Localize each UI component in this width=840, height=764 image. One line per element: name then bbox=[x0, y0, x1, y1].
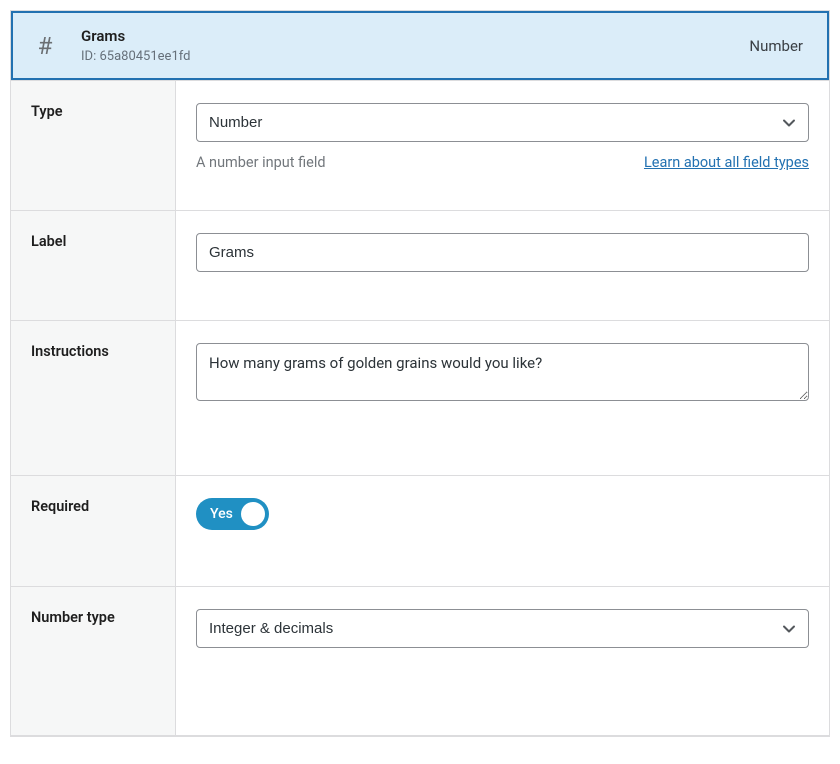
number-type-select[interactable] bbox=[196, 609, 809, 648]
row-label: Label bbox=[11, 210, 829, 320]
label-input[interactable] bbox=[196, 233, 809, 272]
row-instructions: Instructions bbox=[11, 320, 829, 475]
row-type: Type A number input field Learn about al… bbox=[11, 80, 829, 210]
instructions-label: Instructions bbox=[11, 321, 176, 475]
header-text: Grams ID: 65a80451ee1fd bbox=[81, 27, 729, 64]
hash-icon: # bbox=[29, 32, 61, 60]
field-title: Grams bbox=[81, 27, 729, 45]
required-toggle[interactable]: Yes bbox=[196, 498, 269, 530]
type-label: Type bbox=[11, 81, 176, 210]
toggle-knob bbox=[241, 502, 265, 526]
type-select-wrap bbox=[196, 103, 809, 142]
label-label: Label bbox=[11, 211, 176, 320]
toggle-label: Yes bbox=[210, 506, 233, 522]
row-number-type: Number type bbox=[11, 586, 829, 736]
field-type-badge: Number bbox=[749, 37, 803, 55]
learn-field-types-link[interactable]: Learn about all field types bbox=[644, 154, 809, 171]
required-label: Required bbox=[11, 476, 176, 586]
field-header[interactable]: # Grams ID: 65a80451ee1fd Number bbox=[11, 11, 829, 80]
field-id: ID: 65a80451ee1fd bbox=[81, 49, 729, 64]
number-type-select-wrap bbox=[196, 609, 809, 648]
type-help-text: A number input field bbox=[196, 154, 326, 171]
field-panel: # Grams ID: 65a80451ee1fd Number Type A … bbox=[10, 10, 830, 737]
row-required: Required Yes bbox=[11, 475, 829, 586]
number-type-label: Number type bbox=[11, 587, 176, 735]
type-select[interactable] bbox=[196, 103, 809, 142]
instructions-textarea[interactable] bbox=[196, 343, 809, 401]
